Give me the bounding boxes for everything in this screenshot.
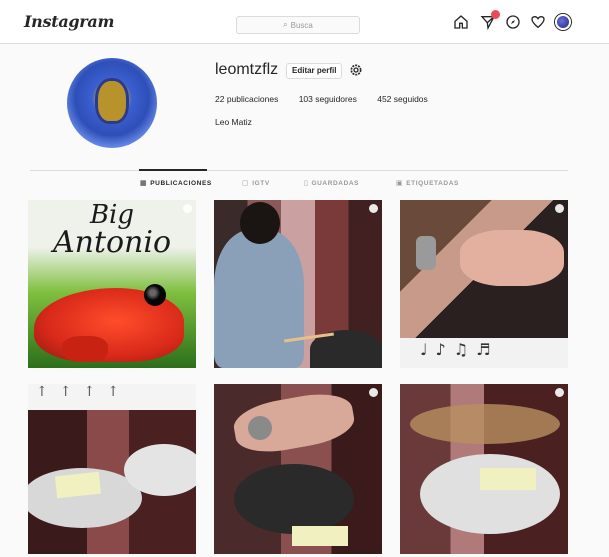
active-tab-indicator xyxy=(139,169,207,171)
songbook-image xyxy=(292,526,348,546)
search-icon: ⌕ xyxy=(283,20,288,29)
post-thumbnail[interactable]: ↑↑↑↑ xyxy=(28,384,196,554)
post-title-line2: Antonio xyxy=(52,225,172,260)
home-icon[interactable] xyxy=(452,13,470,31)
profile-avatar-icon[interactable] xyxy=(554,13,572,31)
multi-post-icon xyxy=(555,204,564,213)
search-placeholder: Busca xyxy=(290,20,313,30)
instagram-logo[interactable]: Instagram xyxy=(24,12,114,31)
tab-igtv[interactable]: ▢ IGTV xyxy=(242,179,270,188)
drum-image xyxy=(234,464,354,534)
music-notation: ♩♪♫♬ xyxy=(420,340,499,359)
tab-label: PUBLICACIONES xyxy=(150,179,212,187)
notification-badge xyxy=(491,10,500,19)
post-thumbnail[interactable]: Big Antonio xyxy=(28,200,196,368)
songbook-image xyxy=(480,468,536,490)
tab-guardadas[interactable]: ▯ GUARDADAS xyxy=(304,179,360,188)
drummer-figure xyxy=(214,230,304,368)
drum-image xyxy=(420,454,560,534)
multi-post-icon xyxy=(369,388,378,397)
tab-etiquetadas[interactable]: ▣ ETIQUETADAS xyxy=(396,179,459,188)
songbook-image xyxy=(54,471,102,499)
post-thumbnail[interactable]: ♩♪♫♬ xyxy=(400,200,568,368)
settings-gear-icon[interactable] xyxy=(348,62,364,78)
direct-icon[interactable] xyxy=(479,10,500,31)
following-count[interactable]: 452 seguidos xyxy=(377,94,428,104)
tab-label: ETIQUETADAS xyxy=(406,179,459,187)
profile-username: leomtzflz xyxy=(215,61,279,78)
followers-count[interactable]: 103 seguidores xyxy=(299,94,357,104)
profile-stats: 22 publicaciones 103 seguidores 452 segu… xyxy=(215,94,446,104)
bookmark-icon: ▯ xyxy=(304,180,309,187)
frog-eye xyxy=(144,284,166,306)
watch-image xyxy=(248,416,272,440)
edit-profile-button[interactable]: Editar perfil xyxy=(286,63,343,79)
post-thumbnail[interactable] xyxy=(400,384,568,554)
avatar-portrait xyxy=(95,78,129,124)
multi-post-icon xyxy=(555,388,564,397)
post-thumbnail[interactable] xyxy=(214,384,382,554)
tab-label: GUARDADAS xyxy=(311,179,360,187)
grid-icon: ▦ xyxy=(140,180,148,187)
drummer-head xyxy=(240,202,280,244)
igtv-icon: ▢ xyxy=(242,180,250,187)
posts-count: 22 publicaciones xyxy=(215,94,279,104)
multi-post-icon xyxy=(183,204,192,213)
top-nav: Instagram ⌕ Busca xyxy=(0,0,609,44)
profile-avatar[interactable] xyxy=(67,58,157,148)
explore-icon[interactable] xyxy=(504,13,522,31)
nav-avatar xyxy=(555,14,571,30)
drum-image xyxy=(124,444,196,496)
tab-publicaciones[interactable]: ▦ PUBLICACIONES xyxy=(140,179,212,188)
watch-image xyxy=(416,236,436,270)
frog-leg xyxy=(62,336,108,362)
post-thumbnail[interactable] xyxy=(214,200,382,368)
multi-post-icon xyxy=(369,204,378,213)
tab-label: IGTV xyxy=(252,179,270,187)
tabs-divider xyxy=(30,170,568,171)
hand-image xyxy=(460,230,564,286)
activity-heart-icon[interactable] xyxy=(529,13,547,31)
search-input[interactable]: ⌕ Busca xyxy=(236,16,360,34)
cymbal-image xyxy=(410,404,560,444)
tag-icon: ▣ xyxy=(396,180,404,187)
music-notation: ↑↑↑↑ xyxy=(36,384,131,400)
profile-full-name: Leo Matiz xyxy=(215,117,252,127)
